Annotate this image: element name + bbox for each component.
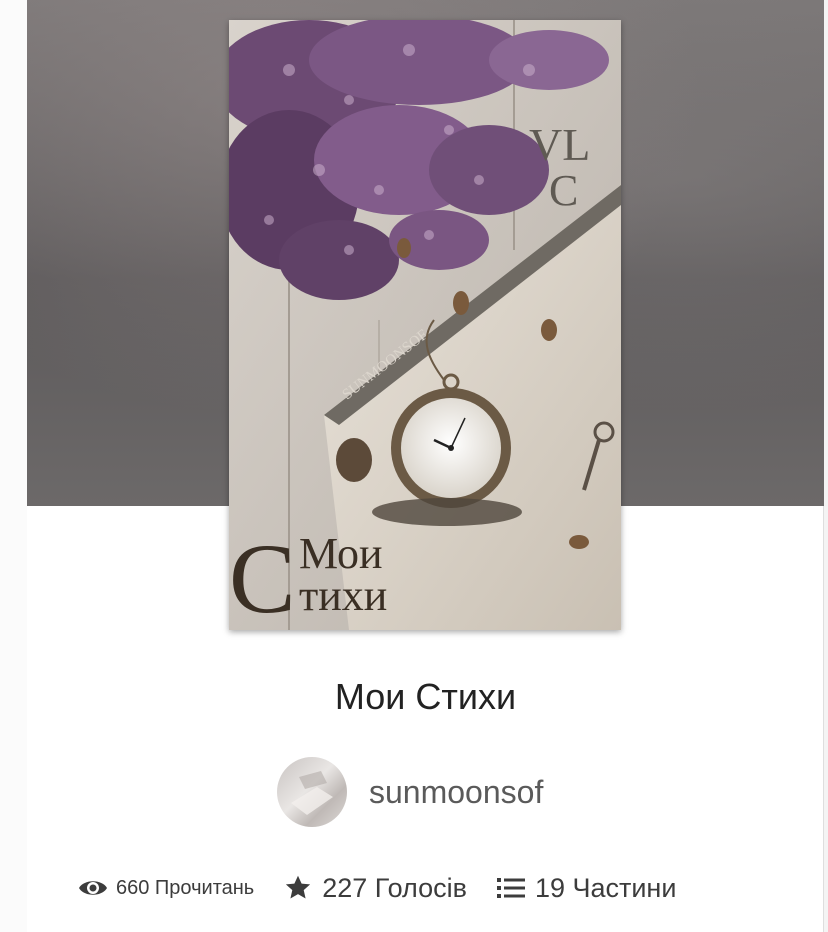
svg-text:тихи: тихи [299,571,387,620]
story-stats: 660 Прочитань 227 Голосів 19 Частини [78,867,676,909]
story-title: Мои Стихи [334,676,517,717]
star-icon [284,874,312,902]
author-link[interactable]: sunmoonsof [277,757,543,827]
svg-text:С: С [229,523,296,630]
parts-stat: 19 Частини [496,872,677,904]
author-name[interactable]: sunmoonsof [369,774,543,811]
left-margin [0,0,27,932]
reads-stat: 660 Прочитань [78,877,254,900]
book-cover[interactable]: VL C SUNMOONSOF С Мои тихи [229,20,621,630]
svg-text:C: C [549,166,578,215]
parts-count: 19 Частини [534,872,677,903]
author-avatar[interactable] [277,757,347,827]
svg-text:VL: VL [529,119,590,170]
votes-count: 227 Голосів [322,872,467,903]
votes-stat: 227 Голосів [284,873,467,904]
eye-icon [78,877,108,899]
reads-count: 660 Прочитань [116,876,255,899]
list-icon [496,876,525,900]
